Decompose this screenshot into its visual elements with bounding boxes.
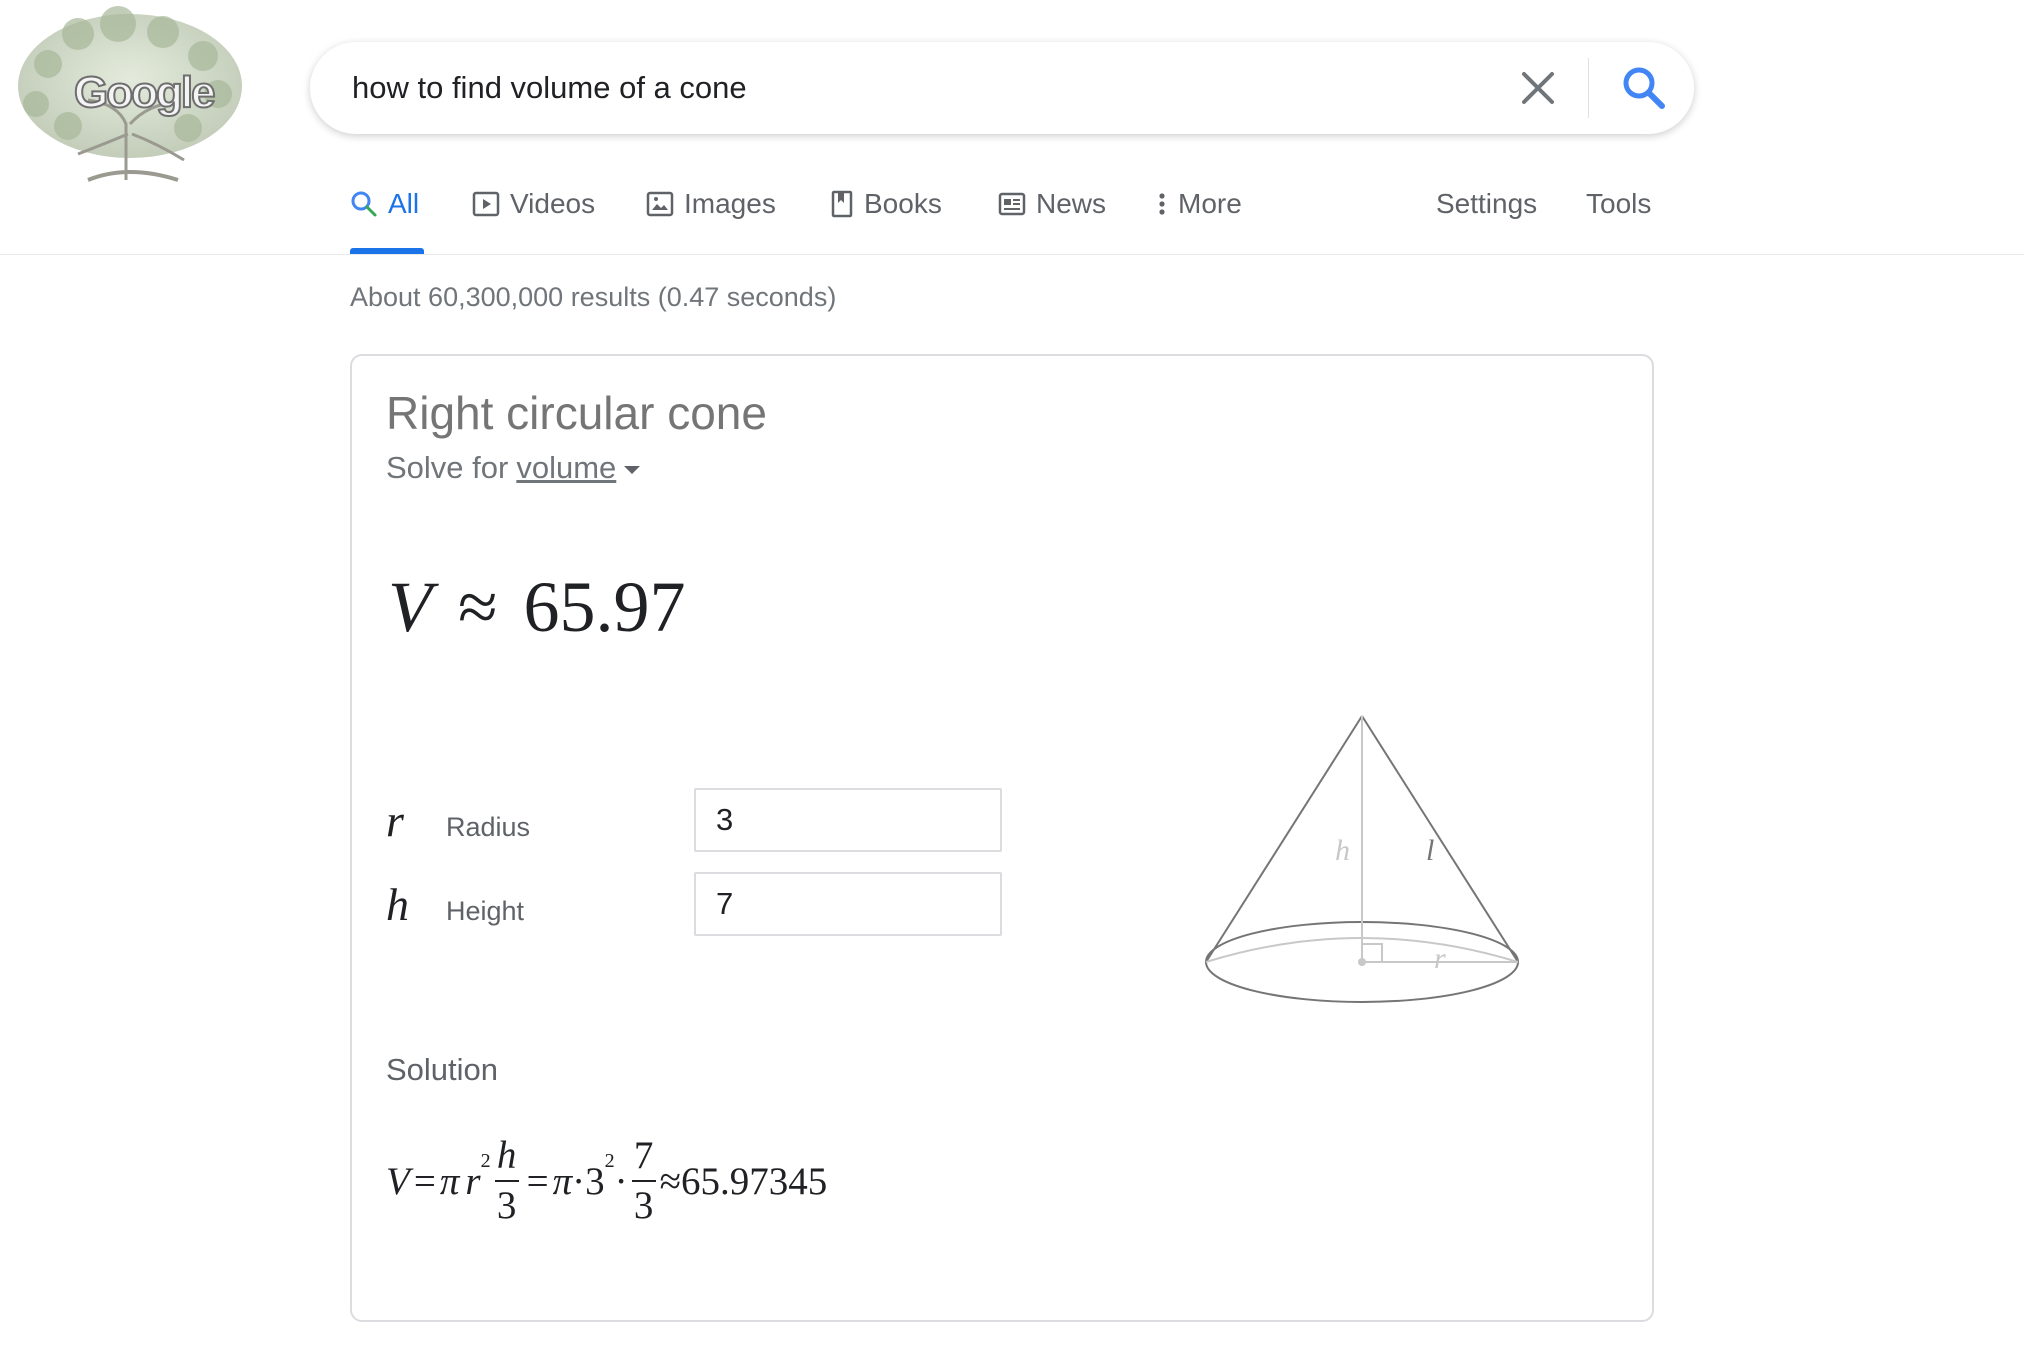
tools-label: Tools: [1586, 188, 1652, 219]
formula-approx: ≈: [659, 1159, 682, 1203]
tab-label: News: [1036, 188, 1107, 219]
radius-label: Radius: [446, 811, 531, 842]
radius-row: r Radius: [386, 788, 1002, 852]
tab-images[interactable]: Images: [646, 188, 776, 220]
settings-label: Settings: [1436, 188, 1538, 219]
close-icon: [1522, 72, 1554, 104]
fraction-numerator: 7: [633, 1134, 654, 1177]
fraction-numerator: h: [496, 1134, 517, 1177]
tab-all[interactable]: All: [350, 188, 419, 220]
formula-result: 65.97345: [681, 1159, 828, 1203]
formula-r: r: [465, 1159, 481, 1203]
tab-videos[interactable]: Videos: [472, 188, 595, 220]
search-icon: [1623, 67, 1665, 109]
logo-text: Google: [73, 67, 217, 118]
tools-link[interactable]: Tools: [1586, 188, 1651, 220]
solve-for-dropdown[interactable]: volume: [516, 450, 616, 486]
news-icon: [998, 192, 1026, 216]
cone-volume-calculator-card: Right circular cone Solve for volume V ≈…: [350, 354, 1654, 1322]
search-divider: [1588, 58, 1589, 118]
solve-for-row: Solve for volume: [386, 450, 641, 486]
search-results-page: Google All Videos: [0, 0, 2024, 1358]
formula-base: 3: [585, 1159, 605, 1203]
cone-diagram: h l r: [1205, 715, 1519, 1003]
tab-more[interactable]: More: [1156, 188, 1242, 220]
result-variable: V: [388, 567, 432, 647]
height-row: h Height: [386, 872, 1002, 936]
approx-symbol: ≈: [457, 567, 498, 647]
height-symbol: h: [386, 878, 409, 930]
solve-for-prefix: Solve for: [386, 450, 509, 485]
tab-news[interactable]: News: [998, 188, 1106, 220]
formula-eq: =: [413, 1159, 436, 1203]
formula-base-exponent: 2: [604, 1149, 615, 1172]
result-stats: About 60,300,000 results (0.47 seconds): [350, 282, 837, 312]
more-vert-icon: [1159, 193, 1165, 215]
nav-divider: [0, 254, 2024, 255]
height-input[interactable]: [694, 872, 1002, 936]
diagram-label-r: r: [1434, 942, 1446, 975]
book-icon: [831, 190, 853, 218]
formula-pi: π: [439, 1159, 460, 1203]
solution-formula: V = π r 2 h 3 = π · 3 2 · 7 3 ≈ 65.97345: [386, 1126, 827, 1236]
search-box: [310, 42, 1694, 134]
solution-label: Solution: [386, 1052, 499, 1087]
tab-label: Books: [864, 188, 942, 219]
height-label: Height: [446, 895, 525, 926]
fraction-denominator: 3: [633, 1184, 654, 1227]
formula-r-exponent: 2: [480, 1149, 491, 1172]
radius-input[interactable]: [694, 788, 1002, 852]
formula-fraction-values: 7 3: [631, 1132, 656, 1230]
fraction-denominator: 3: [496, 1184, 517, 1227]
dropdown-caret-icon[interactable]: [624, 466, 641, 474]
tab-label: Videos: [510, 188, 596, 219]
radius-symbol: r: [386, 794, 404, 846]
diagram-label-h: h: [1335, 834, 1350, 867]
video-icon: [472, 191, 500, 217]
tab-label: Images: [684, 188, 776, 219]
formula-fraction-h: h 3: [494, 1132, 519, 1230]
settings-link[interactable]: Settings: [1436, 188, 1537, 220]
formula-dot: ·: [572, 1159, 586, 1203]
tab-label: All: [388, 188, 420, 219]
clear-search-button[interactable]: [1514, 64, 1562, 112]
search-input[interactable]: [352, 60, 1452, 116]
formula-dot: ·: [614, 1159, 628, 1203]
formula-eq: =: [526, 1159, 549, 1203]
formula-v: V: [386, 1159, 410, 1203]
cone-inner-lines: [1205, 716, 1519, 963]
result-number: 65.97: [523, 567, 686, 647]
google-doodle-logo[interactable]: Google: [8, 4, 252, 188]
formula-pi: π: [552, 1159, 573, 1203]
search-icon: [351, 191, 377, 217]
result-value: V ≈ 65.97: [388, 566, 686, 649]
image-icon: [646, 191, 674, 217]
search-button[interactable]: [1616, 60, 1672, 116]
cone-center-point: [1358, 958, 1366, 966]
diagram-label-l: l: [1426, 834, 1434, 867]
card-title: Right circular cone: [386, 387, 767, 439]
tab-label: More: [1178, 188, 1242, 219]
tab-books[interactable]: Books: [830, 188, 942, 220]
